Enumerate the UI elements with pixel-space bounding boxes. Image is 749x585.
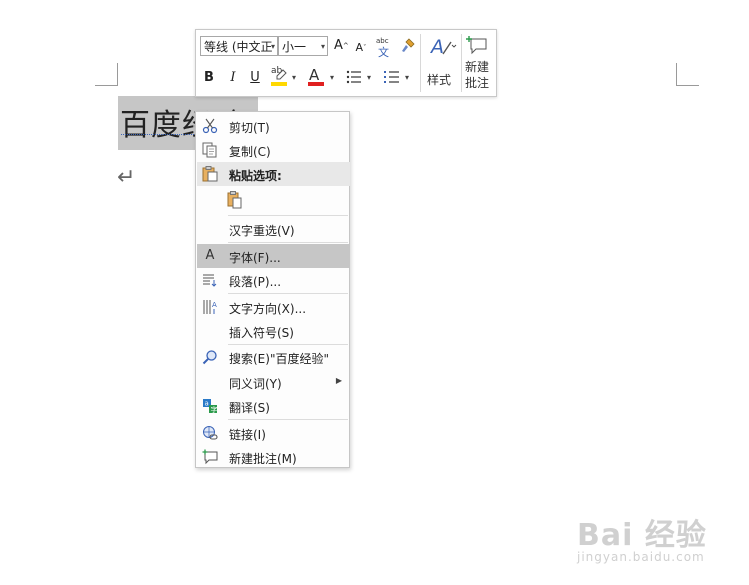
phonetic-guide-bottom: 文 xyxy=(378,46,389,59)
menu-item-label: 插入符号(S) xyxy=(229,326,294,340)
submenu-arrow-icon: ▶ xyxy=(335,376,342,385)
menu-item-paste-options-header: 粘贴选项: xyxy=(197,162,350,186)
search-icon xyxy=(202,349,218,365)
menu-item-label: 搜索(E)"百度经验" xyxy=(229,352,329,366)
mini-toolbar: 等线 (中文正 ▾ 小一 ▾ A^ Aˇ abc 文 B I U ab ▾ A xyxy=(195,29,497,97)
italic-button[interactable]: I xyxy=(226,70,240,86)
svg-text:A: A xyxy=(429,36,444,58)
grow-font-button[interactable]: A^ xyxy=(334,38,349,54)
copy-icon xyxy=(202,142,218,158)
menu-separator xyxy=(228,242,348,243)
phonetic-guide-button[interactable]: abc 文 xyxy=(376,37,392,59)
shrink-font-button[interactable]: Aˇ xyxy=(354,40,368,56)
font-color-button[interactable]: A ▾ xyxy=(306,66,338,88)
styles-button[interactable]: A 样式 xyxy=(424,34,460,92)
menu-item-label: 复制(C) xyxy=(229,145,271,159)
page-corner-top-left xyxy=(95,63,118,86)
svg-text:A: A xyxy=(212,301,217,309)
new-comment-label-line2: 批注 xyxy=(464,76,489,90)
menu-item-cut[interactable]: 剪切(T) xyxy=(197,114,350,138)
menu-item-insert-symbol[interactable]: 插入符号(S) xyxy=(197,319,350,343)
chevron-down-icon: ▾ xyxy=(367,73,372,82)
chevron-down-icon: ▾ xyxy=(292,73,297,82)
paste-keep-text-icon xyxy=(227,191,243,209)
menu-item-label: 链接(I) xyxy=(229,428,266,442)
new-comment-icon xyxy=(202,449,218,465)
menu-item-synonyms[interactable]: 同义词(Y) ▶ xyxy=(197,370,350,394)
new-comment-button[interactable]: 新建 批注 xyxy=(462,34,494,94)
link-icon xyxy=(202,425,218,441)
font-color-bar xyxy=(308,82,324,86)
context-menu: 剪切(T) 复制(C) 粘贴选项: 汉字重选(V) A 字体(F)... 段落(… xyxy=(195,111,350,468)
watermark-logo: Bai 经验 xyxy=(577,518,707,553)
new-comment-label-line1: 新建 xyxy=(464,60,489,74)
menu-item-paragraph[interactable]: 段落(P)... xyxy=(197,268,350,292)
font-size-combo[interactable]: 小一 ▾ xyxy=(278,36,328,56)
bullets-icon xyxy=(346,70,361,84)
svg-text:字: 字 xyxy=(211,405,218,414)
chevron-down-icon: ▾ xyxy=(330,73,335,82)
chevron-down-icon: ▾ xyxy=(405,73,410,82)
menu-item-search[interactable]: 搜索(E)"百度经验" xyxy=(197,345,350,369)
font-name-combo[interactable]: 等线 (中文正 ▾ xyxy=(200,36,278,56)
paragraph-mark: ↵ xyxy=(117,165,136,190)
menu-item-label: 翻译(S) xyxy=(229,401,270,415)
menu-item-new-comment[interactable]: 新建批注(M) xyxy=(197,445,350,469)
numbering-icon xyxy=(384,71,399,83)
menu-item-label: 文字方向(X)... xyxy=(229,302,307,316)
bullets-button[interactable]: ▾ xyxy=(345,68,377,86)
highlighter-icon xyxy=(276,69,287,80)
menu-item-label: 新建批注(M) xyxy=(229,452,297,466)
paragraph-icon xyxy=(202,272,218,288)
menu-item-text-direction[interactable]: A 文字方向(X)... xyxy=(197,295,350,319)
toolbar-separator xyxy=(420,34,421,92)
menu-separator xyxy=(228,293,348,294)
chevron-down-icon: ▾ xyxy=(320,42,325,51)
bold-icon: B xyxy=(204,70,214,85)
font-size-value: 小一 xyxy=(282,40,307,54)
highlight-color-bar xyxy=(271,82,287,86)
font-icon: A xyxy=(205,248,215,263)
text-direction-icon: A xyxy=(202,299,218,315)
menu-item-label: 剪切(T) xyxy=(229,121,270,135)
menu-item-label: 同义词(Y) xyxy=(229,377,282,391)
menu-item-paste-keep-text[interactable] xyxy=(223,188,247,212)
new-comment-icon xyxy=(466,36,487,55)
menu-separator xyxy=(228,419,348,420)
menu-item-reconversion[interactable]: 汉字重选(V) xyxy=(197,217,350,241)
italic-icon: I xyxy=(230,70,236,85)
menu-item-copy[interactable]: 复制(C) xyxy=(197,138,350,162)
menu-separator xyxy=(228,215,348,216)
styles-icon: A xyxy=(429,36,457,58)
highlight-color-button[interactable]: ab ▾ xyxy=(269,66,299,88)
menu-item-font[interactable]: A 字体(F)... xyxy=(197,244,350,268)
menu-item-label: 段落(P)... xyxy=(229,275,282,289)
scissors-icon xyxy=(202,118,218,134)
underline-button[interactable]: U xyxy=(248,70,262,86)
menu-item-link[interactable]: 链接(I) xyxy=(197,421,350,445)
page-corner-top-right xyxy=(676,63,699,86)
menu-item-label: 字体(F)... xyxy=(229,251,281,265)
svg-text:a: a xyxy=(205,400,209,408)
styles-label: 样式 xyxy=(426,73,451,87)
underline-icon: U xyxy=(250,70,260,85)
watermark-url: jingyan.baidu.com xyxy=(577,550,705,564)
font-name-value: 等线 (中文正 xyxy=(204,40,273,54)
menu-item-translate[interactable]: a字 翻译(S) xyxy=(197,394,350,418)
menu-item-label: 汉字重选(V) xyxy=(229,224,295,238)
shrink-font-icon: A xyxy=(355,41,364,54)
numbering-button[interactable]: ▾ xyxy=(383,68,415,86)
grow-font-icon: A xyxy=(334,38,343,53)
clipboard-icon xyxy=(202,166,218,182)
menu-item-label: 粘贴选项: xyxy=(229,169,282,183)
bold-button[interactable]: B xyxy=(202,70,216,86)
translate-icon: a字 xyxy=(202,398,218,414)
format-painter-button[interactable] xyxy=(399,37,417,55)
format-painter-icon xyxy=(402,38,415,52)
chevron-down-icon: ▾ xyxy=(270,42,275,51)
